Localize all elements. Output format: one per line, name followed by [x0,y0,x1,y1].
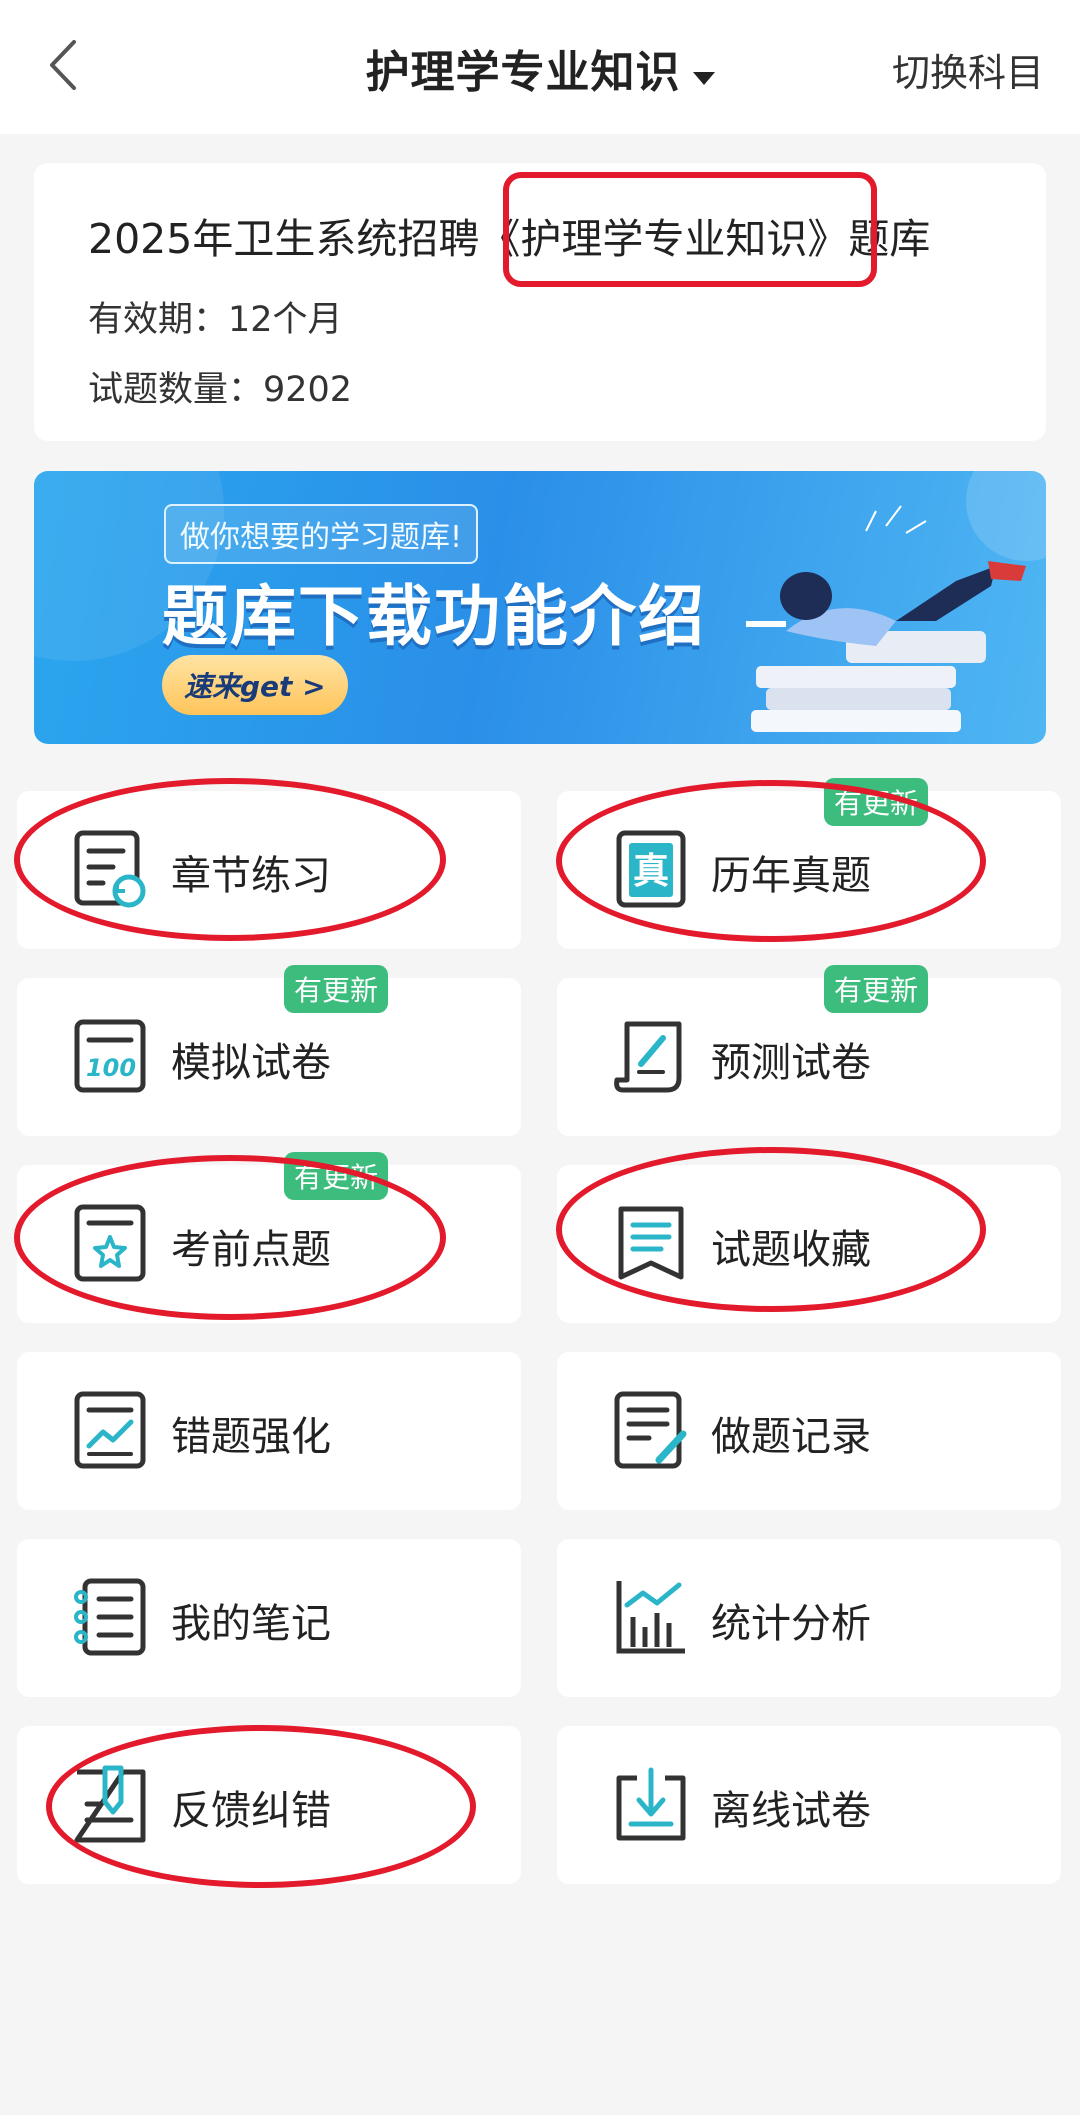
statistics-icon [616,1581,685,1654]
menu-item-label: 我的笔记 [171,1601,331,1647]
reading-girl-illustration [746,471,1046,732]
history-record-icon [614,1391,687,1469]
menu-item-mock-exams[interactable]: 100 模拟试卷 有更新 [17,965,521,1136]
top-nav-bar: 护理学专业知识 切换科目 [0,0,1080,134]
menu-item-label: 反馈纠错 [171,1788,331,1834]
wrong-answers-icon [74,1391,146,1469]
menu-item-favorites[interactable]: 试题收藏 [557,1165,1061,1323]
mock-exam-icon: 100 [74,1019,146,1093]
menu-item-label: 统计分析 [711,1601,871,1647]
dropdown-caret-icon [692,72,715,85]
past-exam-icon: 真 [616,830,686,908]
menu-item-feedback[interactable]: 反馈纠错 [17,1726,521,1884]
bookmark-icon [618,1206,684,1280]
menu-item-my-notes[interactable]: 我的笔记 [17,1539,521,1697]
menu-item-offline-exams[interactable]: 离线试卷 [557,1726,1061,1884]
banner-cta-button[interactable]: 速来get > [162,655,348,715]
banner-headline: 题库下载功能介绍 [162,578,706,655]
menu-item-label: 章节练习 [171,853,331,899]
page-title: 护理学专业知识 [365,47,681,98]
chapter-practice-icon [74,830,146,908]
menu-item-label: 错题强化 [171,1414,331,1460]
annotation-highlight-box [503,172,877,287]
update-badge: 有更新 [284,1152,389,1200]
menu-item-chapter-practice[interactable]: 章节练习 [17,791,521,949]
title-prefix: 2025年卫生系统招聘 [88,215,480,263]
menu-item-label: 离线试卷 [711,1788,871,1834]
validity-text: 有效期：12个月 [88,300,343,340]
menu-item-label: 模拟试卷 [171,1040,331,1086]
feedback-icon [74,1765,146,1843]
menu-item-practice-history[interactable]: 做题记录 [557,1352,1061,1510]
forecast-exam-icon [614,1021,682,1093]
menu-item-label: 考前点题 [171,1227,331,1273]
notes-icon [74,1578,146,1656]
menu-item-key-points[interactable]: 考前点题 有更新 [17,1152,521,1323]
update-badge: 有更新 [824,778,929,826]
question-count-text: 试题数量：9202 [88,370,353,410]
download-icon [616,1767,686,1841]
svg-text:100: 100 [86,1054,136,1082]
banner-tag: 做你想要的学习题库! [164,504,479,564]
menu-item-label: 预测试卷 [711,1040,871,1086]
menu-item-forecast-exams[interactable]: 预测试卷 有更新 [557,965,1061,1136]
menu-item-label: 历年真题 [711,853,871,899]
svg-text:真: 真 [633,851,669,892]
menu-item-label: 试题收藏 [711,1227,871,1273]
menu-item-wrong-answers[interactable]: 错题强化 [17,1352,521,1510]
key-points-icon [74,1204,146,1282]
menu-item-statistics[interactable]: 统计分析 [557,1539,1061,1697]
promo-banner[interactable]: 做你想要的学习题库! 题库下载功能介绍 速来get > [34,471,1046,744]
update-badge: 有更新 [824,965,929,1013]
menu-item-past-exams[interactable]: 真 历年真题 有更新 [557,778,1061,949]
switch-subject-link[interactable]: 切换科目 [892,42,1044,97]
menu-item-label: 做题记录 [711,1414,871,1460]
update-badge: 有更新 [284,965,389,1013]
